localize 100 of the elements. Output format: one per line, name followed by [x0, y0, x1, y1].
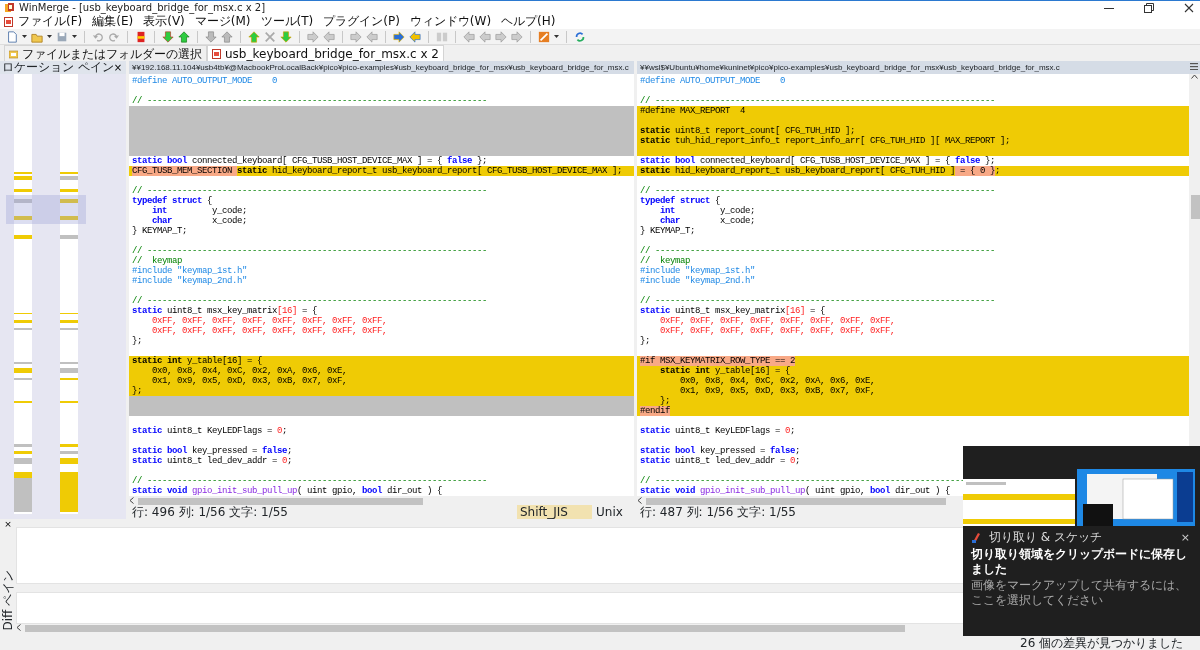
cross-icon[interactable]	[264, 30, 276, 43]
code-line: static uint8_t msx_key_matrix[16] = {	[132, 306, 318, 316]
menu-item[interactable]: ツール(T)	[255, 14, 319, 29]
chevron-up-icon[interactable]	[1191, 74, 1198, 79]
notification-text: 画像をマークアップして共有するには、ここを選択してください	[970, 577, 1188, 607]
code-line: typedef struct {	[132, 196, 213, 206]
code-line: static uint8_t KeyLEDFlags = 0;	[132, 426, 288, 436]
dropdown-caret-icon[interactable]	[47, 34, 52, 39]
menu-item[interactable]: ヘルプ(H)	[496, 14, 561, 29]
close-icon[interactable]	[1184, 2, 1194, 13]
arrow-right-icon[interactable]	[511, 30, 523, 43]
code-line: 0xFF, 0xFF, 0xFF, 0xFF, 0xFF, 0xFF, 0xFF, 0xFF,	[151, 316, 388, 326]
file-path: ¥¥wsl$¥Ubuntu¥home¥kuninet¥pico¥pico-examples¥usb_keyboard_bridge_for_msx¥usb_keyboard_bridge_for_msx.c	[640, 62, 1060, 74]
arrow-down-icon[interactable]	[162, 30, 174, 43]
encoding-label: Shift_JIS	[517, 505, 592, 519]
scrollbar-thumb[interactable]	[646, 497, 946, 505]
arrow-left-icon[interactable]	[323, 30, 335, 43]
code-line: // --------------------------------------------------------------------	[640, 296, 996, 306]
menu-item[interactable]: ウィンドウ(W)	[404, 14, 497, 29]
cursor-position: 行: 487 列: 1/56 文字: 1/55	[640, 505, 796, 519]
code-line: static void gpio_init_sub_pull_up( uint gpio, bool dir_out ) {	[132, 486, 443, 496]
arrow-right-icon[interactable]	[307, 30, 319, 43]
code-line: 0xFF, 0xFF, 0xFF, 0xFF, 0xFF, 0xFF, 0xFF, 0xFF,	[659, 326, 896, 336]
columns-icon[interactable]	[436, 30, 448, 43]
status-message: 26 個の差異が見つかりました	[1020, 636, 1184, 650]
scrollbar-thumb[interactable]	[25, 624, 905, 632]
code-line: };	[640, 336, 650, 346]
code-line: static uint8_t led_dev_addr = 0;	[640, 456, 801, 466]
close-button[interactable]: ×	[113, 61, 127, 74]
dropdown-caret-icon[interactable]	[22, 34, 27, 39]
menu-item[interactable]: マージ(M)	[189, 14, 256, 29]
scrollbar-thumb[interactable]	[138, 497, 423, 505]
code-line: static bool key_pressed = false;	[640, 446, 801, 456]
line-ending-label: Unix	[595, 505, 624, 519]
tab[interactable]: usb_keyboard_bridge_for_msx.c x 2	[207, 45, 444, 61]
restore-icon[interactable]	[1144, 2, 1154, 13]
code-line: static uint8_t msx_key_matrix[16] = {	[640, 306, 826, 316]
tab[interactable]: ファイルまたはフォルダーの選択	[4, 45, 207, 61]
marker-icon[interactable]	[135, 30, 147, 43]
arrow-up-icon[interactable]	[178, 30, 190, 43]
code-line: #define AUTO_OUTPUT_MODE 0	[132, 76, 278, 86]
code-line: // keymap	[132, 256, 182, 266]
file-icon	[212, 48, 221, 59]
menu-item[interactable]: 表示(V)	[138, 14, 190, 29]
arrow-right-icon[interactable]	[495, 30, 507, 43]
arrow-left-icon[interactable]	[463, 30, 475, 43]
code-line: int y_code;	[151, 206, 248, 216]
menu-icon[interactable]	[1190, 63, 1198, 70]
code-line: char x_code;	[659, 216, 756, 226]
code-line: // --------------------------------------------------------------------	[132, 96, 488, 106]
dropdown-caret-icon[interactable]	[72, 34, 77, 39]
menu-item[interactable]: ファイル(F)	[13, 14, 88, 29]
code-line: } KEYMAP_T;	[640, 226, 695, 236]
code-line: static uint8_t led_dev_addr = 0;	[132, 456, 293, 466]
app-name: 切り取り & スケッチ	[989, 530, 1102, 545]
undo-icon[interactable]	[92, 30, 104, 43]
code-line: #include "keymap_2nd.h"	[640, 276, 756, 286]
code-line: char x_code;	[151, 216, 248, 226]
pane-title: Diff ペイン	[0, 569, 16, 631]
notification-title: 切り取り領域をクリップボードに保存しました	[970, 546, 1188, 577]
code-line: } KEYMAP_T;	[132, 226, 187, 236]
chevron-left-icon[interactable]	[16, 624, 21, 632]
arrow-left-icon[interactable]	[366, 30, 378, 43]
dropdown-caret-icon[interactable]	[554, 34, 559, 39]
arrow-up-icon[interactable]	[221, 30, 233, 43]
pane-title: ロケーション ペイン	[2, 61, 114, 74]
code-line: // --------------------------------------------------------------	[640, 476, 966, 486]
scrollbar-thumb[interactable]	[1190, 195, 1200, 219]
menu-item[interactable]: プラグイン(P)	[318, 14, 405, 29]
redo-icon[interactable]	[108, 30, 120, 43]
chevron-left-icon[interactable]	[129, 497, 134, 504]
code-line: #include "keymap_1st.h"	[640, 266, 756, 276]
app-icon	[971, 531, 981, 543]
menu-item[interactable]: 編集(E)	[87, 14, 139, 29]
arrow-left-icon[interactable]	[479, 30, 491, 43]
code-line: // --------------------------------------------------------------------	[640, 96, 996, 106]
close-button[interactable]: ×	[4, 519, 12, 529]
arrow-right-icon[interactable]	[350, 30, 362, 43]
code-line: int y_code;	[659, 206, 756, 216]
code-line: #include "keymap_1st.h"	[132, 266, 248, 276]
window-title: WinMerge - [usb_keyboard_bridge_for_msx.c x 2]	[19, 1, 266, 14]
arrow-down-icon[interactable]	[205, 30, 217, 43]
arrow-down-icon[interactable]	[280, 30, 292, 43]
code-line: // --------------------------------------------------------------------	[132, 186, 488, 196]
code-line: static void gpio_init_sub_pull_up( uint gpio, bool dir_out ) {	[640, 486, 951, 496]
folder-icon	[9, 48, 18, 59]
chevron-left-icon[interactable]	[637, 497, 642, 504]
arrow-right-icon[interactable]	[393, 30, 405, 43]
code-line: typedef struct {	[640, 196, 721, 206]
code-line: static bool connected_keyboard[ CFG_TUSB_HOST_DEVICE_MAX ] = { false };	[132, 156, 488, 166]
arrow-left-icon[interactable]	[409, 30, 421, 43]
code-line: 0xFF, 0xFF, 0xFF, 0xFF, 0xFF, 0xFF, 0xFF, 0xFF,	[659, 316, 896, 326]
refresh-icon[interactable]	[574, 30, 586, 43]
code-line: };	[132, 336, 142, 346]
code-line: // --------------------------------------------------------------------	[640, 246, 996, 256]
code-line: // --------------------------------------------------------------------	[132, 246, 488, 256]
app-icon	[4, 2, 15, 13]
code-line: static uint8_t KeyLEDFlags = 0;	[640, 426, 796, 436]
close-button[interactable]: ×	[1176, 530, 1194, 544]
arrow-up-icon[interactable]	[248, 30, 260, 43]
